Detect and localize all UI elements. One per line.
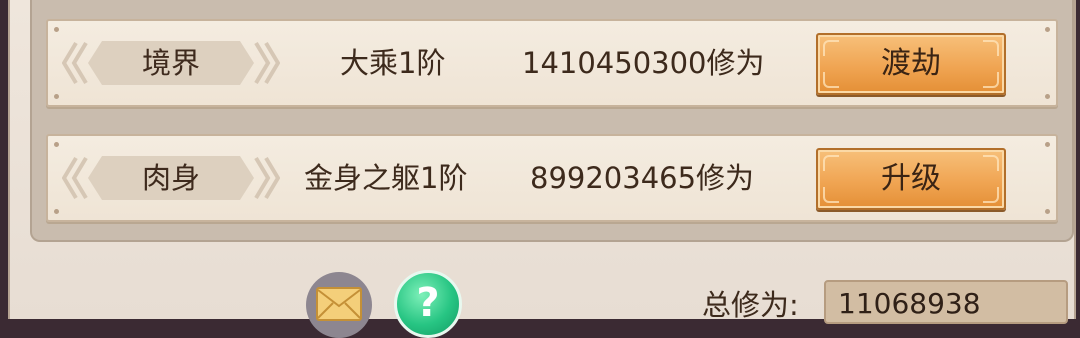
- realm-cost: 1410450300修为: [522, 46, 765, 80]
- mail-envelope-icon: [316, 287, 362, 321]
- upgrade-button-label: 升级: [881, 161, 941, 196]
- tribulation-button-label: 渡劫: [881, 46, 941, 81]
- realm-ribbon: 境界: [62, 37, 280, 89]
- total-cultivation-value: 11068938: [824, 280, 1068, 324]
- rivet: [1045, 142, 1050, 147]
- mail-button[interactable]: [306, 272, 372, 338]
- help-button[interactable]: ?: [394, 270, 462, 338]
- tribulation-button[interactable]: 渡劫: [816, 33, 1006, 95]
- rivet: [54, 209, 59, 214]
- rivet: [1045, 27, 1050, 32]
- rivet: [54, 142, 59, 147]
- body-row: 肉身 金身之躯1阶 899203465修为 升级: [46, 134, 1058, 222]
- game-window-frame: 境界 大乘1阶 1410450300修为 渡劫 肉身 金身之躯1阶 899203…: [8, 0, 1076, 338]
- rivet: [1045, 209, 1050, 214]
- upgrade-button[interactable]: 升级: [816, 148, 1006, 210]
- realm-label: 境界: [141, 46, 200, 80]
- rivet: [1045, 94, 1050, 99]
- rivet: [54, 27, 59, 32]
- total-cultivation-label: 总修为:: [702, 288, 799, 322]
- realm-row: 境界 大乘1阶 1410450300修为 渡劫: [46, 19, 1058, 107]
- realm-level: 大乘1阶: [340, 46, 446, 80]
- body-level: 金身之躯1阶: [304, 161, 468, 195]
- rivet: [54, 94, 59, 99]
- help-question-icon: ?: [416, 280, 440, 326]
- body-label: 肉身: [141, 161, 200, 195]
- body-cost: 899203465修为: [530, 161, 755, 195]
- body-ribbon: 肉身: [62, 152, 280, 204]
